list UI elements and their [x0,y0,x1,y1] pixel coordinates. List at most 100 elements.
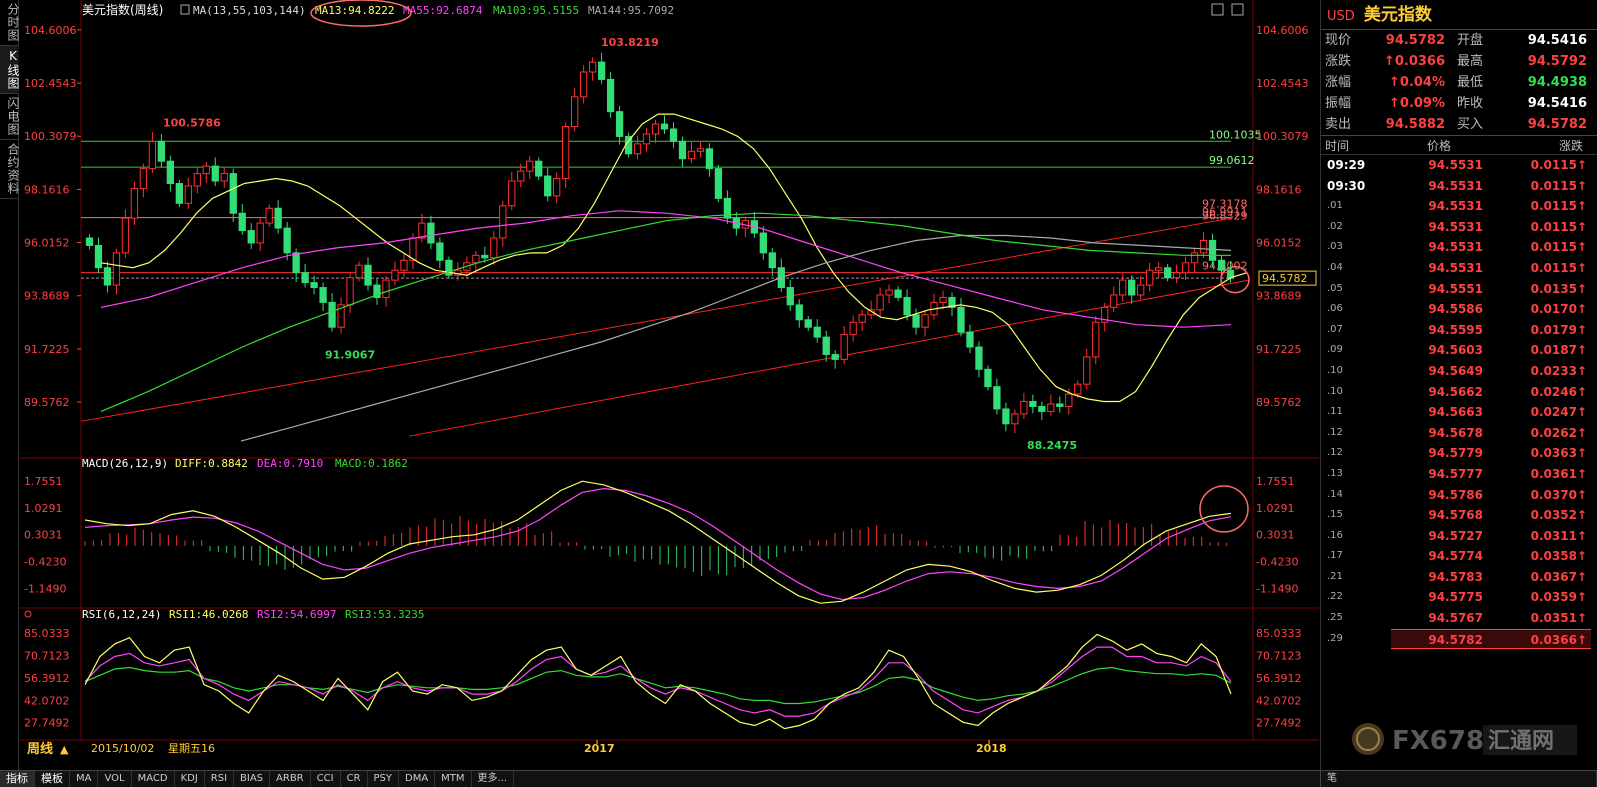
tab-contract-info[interactable]: 合约资料 [0,140,20,199]
tick-row[interactable]: .03 94.5531 0.0115↑ [1321,237,1597,258]
tick-row[interactable]: .13 94.5777 0.0361↑ [1321,464,1597,485]
tick-list[interactable]: 09:29 94.5531 0.0115↑ 09:30 94.5531 0.011… [1321,155,1597,650]
tick-row[interactable]: .05 94.5551 0.0135↑ [1321,279,1597,300]
tick-row[interactable]: .21 94.5783 0.0367↑ [1321,567,1597,588]
indicator-tab[interactable]: 指标 [0,771,35,787]
period-dropdown-icon[interactable]: ▲ [60,743,69,756]
indicator-tab[interactable]: CCI [311,771,341,787]
candle-body [1083,356,1091,385]
candle-body [202,165,210,175]
candle-body [418,222,426,239]
indicator-tab[interactable]: BIAS [234,771,271,787]
indicator-tab[interactable]: CR [341,771,368,787]
tabbar-spacer [514,771,1320,787]
tick-change: 0.0115↑ [1530,219,1587,234]
candle-body [211,165,219,182]
tab-flash[interactable]: 闪电图 [0,94,20,140]
maximize-icon[interactable] [1211,3,1224,16]
tab-kline[interactable]: K线图 [0,46,20,94]
candle-body [355,264,363,279]
indicator-tab[interactable]: 模板 [35,771,70,787]
tick-row[interactable]: .29 94.5782 0.0366↑ [1321,628,1597,650]
macd-y-tick: -0.4230 [1256,556,1298,569]
tick-row[interactable]: .01 94.5531 0.0115↑ [1321,196,1597,217]
tick-row[interactable]: .11 94.5663 0.0247↑ [1321,402,1597,423]
rsi-y-tick: 42.0702 [1256,694,1302,707]
tick-price: 94.5779 [1428,446,1483,461]
tick-row[interactable]: .22 94.5775 0.0359↑ [1321,587,1597,608]
y-tick-left: 100.3079 [24,130,77,143]
tick-time: .15 [1327,509,1343,521]
tick-row[interactable]: .12 94.5678 0.0262↑ [1321,423,1597,444]
rsi-y-tick: 56.3912 [1256,672,1302,685]
ma13-value: MA13:94.8222 [315,4,394,17]
indicator-tab[interactable]: RSI [205,771,235,787]
settings-icon[interactable] [180,4,190,15]
quote-value: 94.5882 [1385,117,1445,132]
tick-row[interactable]: 09:29 94.5531 0.0115↑ [1321,155,1597,176]
candle-body [1181,262,1190,274]
ma103-value: MA103:95.5155 [493,4,579,17]
indicator-tab[interactable]: DMA [399,771,436,787]
tick-change: 0.0246↑ [1530,384,1587,399]
tick-row[interactable]: .12 94.5779 0.0363↑ [1321,443,1597,464]
tick-time: .13 [1327,467,1343,479]
quote-value: 94.5416 [1527,33,1587,48]
tick-row[interactable]: .02 94.5531 0.0115↑ [1321,217,1597,238]
tick-row[interactable]: .14 94.5786 0.0370↑ [1321,485,1597,506]
rsi-panel [84,633,1232,730]
rsi-settings-icon[interactable] [24,610,32,618]
y-tick-left: 91.7225 [24,343,70,356]
candle-body [238,212,246,232]
indicator-tab[interactable]: ARBR [270,771,311,787]
candle-body [553,178,561,197]
candle-body [382,279,390,298]
quote-value: 94.5416 [1527,96,1587,111]
logo-text: FX678 [1392,726,1484,756]
restore-icon[interactable] [1231,3,1244,16]
ma13-line [100,113,1248,403]
tick-row[interactable]: .10 94.5649 0.0233↑ [1321,361,1597,382]
candle-body [103,267,112,286]
candle-body [804,319,812,328]
candle-body [1074,383,1082,395]
indicator-tab[interactable]: PSY [368,771,399,787]
sidebar-tab[interactable]: 笔 [1320,771,1597,787]
tick-row[interactable]: .25 94.5767 0.0351↑ [1321,608,1597,629]
macd-y-tick: 0.3031 [1256,529,1295,542]
tick-row[interactable]: .04 94.5531 0.0115↑ [1321,258,1597,279]
extreme-label: 103.8219 [601,36,659,49]
chart-area[interactable]: 100.103599.061297.317896.991196.832994.8… [19,0,1319,770]
quote-label: 现价 [1325,33,1352,48]
y-tick-right: 102.4543 [1256,77,1309,90]
level-label: 99.0612 [1209,154,1255,167]
candle-body [1065,393,1073,407]
tick-row[interactable]: .10 94.5662 0.0246↑ [1321,382,1597,403]
indicator-tab[interactable]: 更多... [472,771,515,787]
indicator-tab[interactable]: KDJ [175,771,205,787]
rsi2-value: RSI2:54.6997 [257,608,336,621]
candle-body [705,148,714,170]
highlight-circle-macd [1199,485,1249,533]
indicator-tab[interactable]: MA [70,771,99,787]
tick-price: 94.5783 [1428,569,1483,584]
tick-change: 0.0115↑ [1530,178,1587,193]
tick-row[interactable]: .07 94.5595 0.0179↑ [1321,320,1597,341]
tick-row[interactable]: .17 94.5774 0.0358↑ [1321,546,1597,567]
candle-body [714,168,723,199]
candle-body [921,314,929,328]
tick-row[interactable]: .16 94.5727 0.0311↑ [1321,526,1597,547]
tick-row[interactable]: .09 94.5603 0.0187↑ [1321,340,1597,361]
tick-time: .02 [1327,220,1343,232]
candle-body [481,254,489,259]
y-tick-left: 98.1616 [24,183,70,196]
chart-grid [19,0,1319,741]
indicator-tab[interactable]: MTM [435,771,472,787]
tick-row[interactable]: 09:30 94.5531 0.0115↑ [1321,176,1597,197]
period-selector[interactable]: 周线 [27,741,53,757]
tick-row[interactable]: .06 94.5586 0.0170↑ [1321,299,1597,320]
tick-row[interactable]: .15 94.5768 0.0352↑ [1321,505,1597,526]
indicator-tab[interactable]: VOL [98,771,132,787]
tab-intraday[interactable]: 分时图 [0,0,20,46]
indicator-tab[interactable]: MACD [132,771,175,787]
